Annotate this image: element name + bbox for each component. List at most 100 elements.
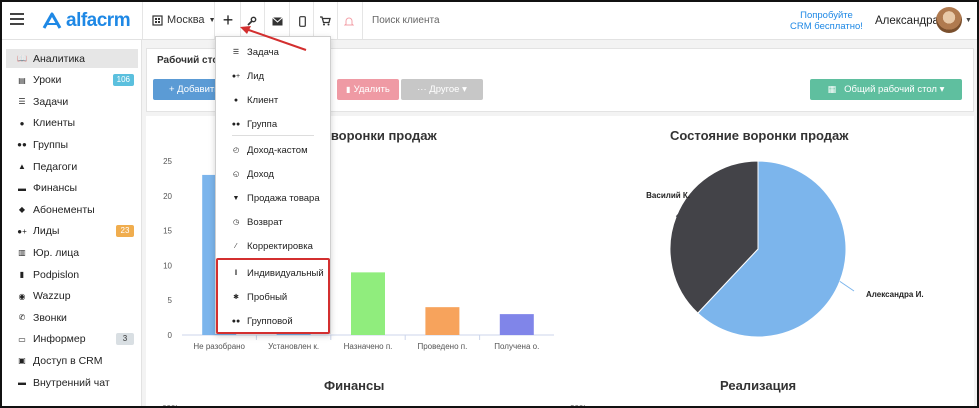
sidebar-item[interactable]: ▬ Внутренний чат xyxy=(6,373,138,392)
sidebar-item[interactable]: ▥ Юр. лица xyxy=(6,243,138,262)
sidebar-item-label: Уроки xyxy=(33,74,62,87)
sidebar-item[interactable]: ● Клиенты xyxy=(6,114,138,133)
dropdown-item[interactable]: ⁄ Корректировка xyxy=(216,236,330,256)
delete-button[interactable]: ▮ Удалить xyxy=(337,79,399,100)
wand-icon: ⁄ xyxy=(235,242,237,250)
user-name[interactable]: Александра xyxy=(875,15,939,27)
client-search-input[interactable]: Поиск клиента xyxy=(372,15,440,26)
y-tick-label: 15 xyxy=(163,227,172,236)
sidebar-item[interactable]: ◉ Wazzup xyxy=(6,287,138,306)
sidebar-item-label: Финансы xyxy=(33,182,78,195)
delete-label: Удалить xyxy=(353,84,390,95)
sidebar-item[interactable]: ▲ Педагоги xyxy=(6,157,138,176)
building-icon xyxy=(152,14,163,26)
sidebar-item[interactable]: ▣ Доступ в CRM xyxy=(6,351,138,370)
sidebar-item-label: Абонементы xyxy=(33,203,95,216)
pie-label-connector xyxy=(839,280,855,292)
circle-in-icon: ◵ xyxy=(232,171,240,178)
divider xyxy=(214,2,215,39)
dropdown-item-label: Лид xyxy=(247,70,265,82)
bell-icon[interactable] xyxy=(339,12,359,30)
finance-chart-title: Финансы xyxy=(324,378,385,393)
lock-icon: ▣ xyxy=(18,356,26,366)
try-crm-link[interactable]: Попробуйте CRM бесплатно! xyxy=(790,10,863,32)
app-window: alfacrm Москва ▼ + Поиск клиента Попробу… xyxy=(0,0,979,408)
dropdown-item[interactable]: ●● Группа xyxy=(216,114,330,134)
sidebar-item[interactable]: ▬ Финансы xyxy=(6,179,138,198)
dropdown-divider xyxy=(232,135,314,136)
sidebar-item-label: Аналитика xyxy=(33,52,85,65)
tag-icon: ◆ xyxy=(18,205,26,215)
sidebar-item[interactable]: ●● Группы xyxy=(6,135,138,154)
sidebar-item[interactable]: ✆ Звонки xyxy=(6,308,138,327)
caret-down-icon[interactable]: ▼ xyxy=(965,17,972,24)
dropdown-item[interactable]: ◵ Доход xyxy=(216,164,330,184)
users-icon: ●● xyxy=(231,120,241,128)
branch-selector[interactable]: Москва ▼ xyxy=(152,14,216,26)
x-tick-label: Проведено п. xyxy=(417,342,467,351)
annotation-highlight-box xyxy=(216,258,330,334)
user-icon: ● xyxy=(233,96,239,104)
y-tick-label: 25 xyxy=(163,157,172,166)
dropdown-item-label: Продажа товара xyxy=(247,192,320,204)
common-desk-button[interactable]: ▦ Общий рабочий стол ▾ xyxy=(810,79,962,100)
sidebar-item-label: Юр. лица xyxy=(33,246,80,259)
cart-icon: ▼ xyxy=(232,194,240,202)
sidebar-item-label: Wazzup xyxy=(33,290,71,303)
circle-arrow-icon: ◴ xyxy=(232,147,240,154)
bar[interactable] xyxy=(499,314,534,335)
sidebar-item[interactable]: ●+ Лиды 23 xyxy=(6,222,138,241)
sidebar-item-label: Лиды xyxy=(33,225,60,238)
sidebar-item[interactable]: ◆ Абонементы xyxy=(6,200,138,219)
grid-icon: ▦ xyxy=(827,84,837,94)
divider xyxy=(337,2,338,39)
count-badge: 106 xyxy=(112,73,134,86)
sidebar: 📖 Аналитика ▤ Уроки 106 ☰ Задачи ● Клиенты ●● Груп… xyxy=(2,40,142,406)
y-tick-label: 5 xyxy=(168,296,173,305)
x-tick-label: Не разобрано xyxy=(193,342,245,351)
divider xyxy=(362,2,363,39)
logo[interactable]: alfacrm xyxy=(42,10,131,32)
bar[interactable] xyxy=(351,272,385,335)
x-tick-label: Назначено п. xyxy=(344,342,393,351)
bar[interactable] xyxy=(425,307,460,335)
sidebar-item-label: Звонки xyxy=(33,311,67,324)
whatsapp-icon: ◉ xyxy=(18,291,26,301)
user-icon: ● xyxy=(19,118,25,128)
sidebar-item-label: Podpislon xyxy=(33,268,80,281)
dropdown-item-label: Доход-кастом xyxy=(247,144,308,156)
top-bar: alfacrm Москва ▼ + Поиск клиента Попробу… xyxy=(2,2,977,40)
avatar[interactable] xyxy=(936,7,962,33)
dropdown-item[interactable]: ● Клиент xyxy=(216,90,330,110)
dropdown-item[interactable]: ◷ Возврат xyxy=(216,212,330,232)
funnel-pie-chart: Александра И. Василий К. xyxy=(646,160,924,338)
alfacrm-logo-icon xyxy=(42,12,62,29)
sidebar-item[interactable]: 📖 Аналитика xyxy=(6,49,138,68)
sidebar-item[interactable]: ☰ Задачи xyxy=(6,92,138,111)
dropdown-item-label: Возврат xyxy=(247,216,283,228)
graduation-cap-icon: ▲ xyxy=(18,162,26,171)
try-crm-line2: CRM бесплатно! xyxy=(790,21,863,32)
book-open-icon: 📖 xyxy=(17,54,27,63)
pie-chart-title: Состояние воронки продаж xyxy=(670,128,849,143)
sales-axis-label: 200k xyxy=(570,404,587,406)
dropdown-item-label: Клиент xyxy=(247,94,279,106)
dropdown-item[interactable]: ▼ Продажа товара xyxy=(216,188,330,208)
calendar-icon: ▤ xyxy=(18,75,26,85)
pie-slice-label: Александра И. xyxy=(866,290,924,299)
sidebar-item[interactable]: ▮ Podpislon xyxy=(6,265,138,284)
trash-icon: ▮ xyxy=(346,85,351,94)
other-button[interactable]: ··· Другое ▾ xyxy=(401,79,483,100)
pie-slice-label: Василий К. xyxy=(646,191,690,200)
y-tick-label: 20 xyxy=(163,192,172,201)
phone-icon: ✆ xyxy=(18,313,26,323)
sidebar-item[interactable]: ▤ Уроки 106 xyxy=(6,71,138,90)
sidebar-item-label: Доступ в CRM xyxy=(33,354,103,367)
tasks-icon: ☰ xyxy=(18,97,26,107)
sidebar-item[interactable]: ▭ Информер 3 xyxy=(6,330,138,349)
dropdown-item[interactable]: ●+ Лид xyxy=(216,66,330,86)
dropdown-item[interactable]: ◴ Доход-кастом xyxy=(216,140,330,160)
finance-axis-label: 600k xyxy=(162,404,179,406)
sales-chart-title: Реализация xyxy=(720,378,797,393)
hamburger-menu-icon[interactable] xyxy=(10,13,24,27)
